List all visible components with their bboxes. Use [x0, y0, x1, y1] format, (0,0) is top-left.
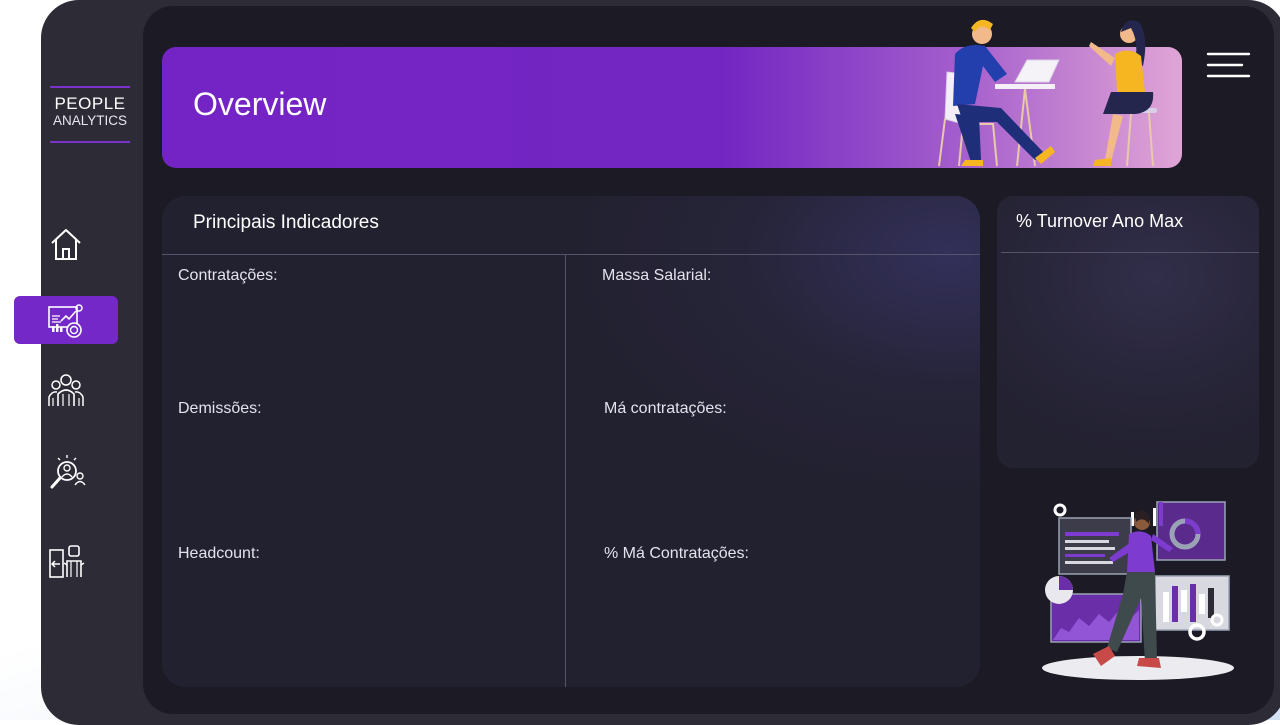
page-title: Overview: [193, 86, 327, 122]
indicators-title: Principais Indicadores: [193, 212, 379, 233]
team-icon: [48, 374, 84, 406]
turnover-divider: [1001, 252, 1259, 253]
kpi-label-terminations: Demissões:: [178, 400, 262, 417]
nav-home[interactable]: [14, 220, 118, 268]
hamburger-menu-icon[interactable]: [1204, 50, 1252, 82]
indicators-panel: Principais Indicadores Contratações: Dem…: [162, 196, 980, 687]
employee-exit-icon: [49, 545, 85, 578]
nav-team[interactable]: [14, 366, 118, 414]
analytics-dashboard-icon: [48, 304, 83, 338]
kpi-label-headcount: Headcount:: [178, 545, 260, 562]
meeting-illustration: [938, 19, 1157, 167]
turnover-card: % Turnover Ano Max: [997, 196, 1259, 468]
brand-line-1: PEOPLE: [54, 94, 126, 113]
nav-talent-search[interactable]: [14, 448, 118, 496]
home-icon: [51, 229, 81, 260]
nav-analytics[interactable]: [14, 296, 118, 344]
panel-divider-vertical: [565, 254, 566, 687]
brand-line-2: ANALYTICS: [52, 113, 128, 128]
nav-employee-exit[interactable]: [14, 537, 118, 585]
kpi-label-bad-hires-pct: % Má Contratações:: [604, 545, 749, 562]
turnover-title: % Turnover Ano Max: [1016, 211, 1184, 231]
kpi-label-bad-hires: Má contratações:: [604, 400, 727, 417]
panel-divider-horizontal: [162, 254, 980, 255]
talent-search-icon: [50, 455, 86, 489]
kpi-label-payroll: Massa Salarial:: [602, 267, 712, 284]
brand-logo: PEOPLE ANALYTICS: [50, 86, 130, 143]
kpi-label-hires: Contratações:: [178, 267, 278, 284]
data-analyst-illustration: [1042, 501, 1234, 680]
